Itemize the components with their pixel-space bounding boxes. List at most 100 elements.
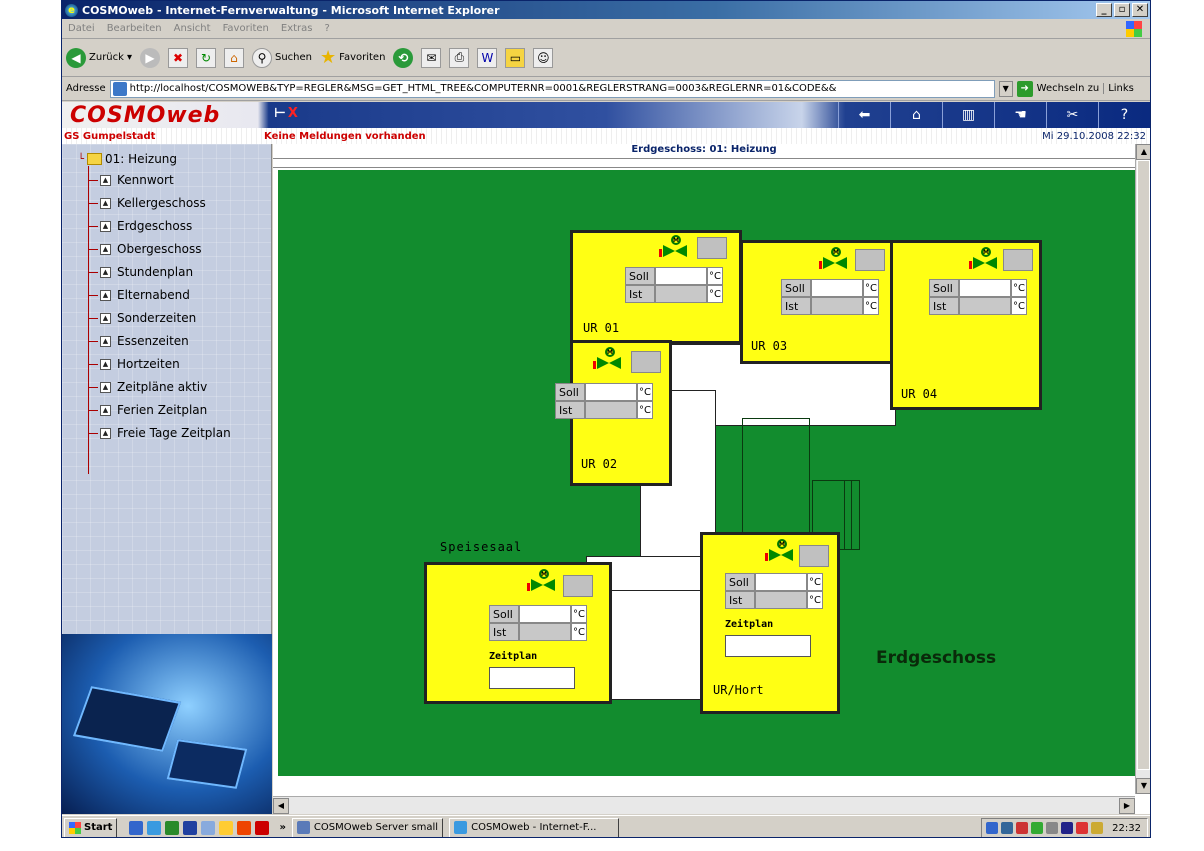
soll-input[interactable]	[519, 605, 571, 623]
ql-word-icon[interactable]	[183, 820, 198, 835]
scroll-thumb[interactable]	[1137, 160, 1150, 770]
room-label-ur01: UR 01	[583, 321, 620, 335]
start-button[interactable]: Start	[64, 817, 118, 837]
forward-button[interactable]: ▶	[139, 47, 160, 68]
scroll-left-icon[interactable]: ◀	[273, 798, 289, 814]
ql-app-icon[interactable]	[129, 820, 144, 835]
search-button[interactable]: ⚲ Suchen	[251, 47, 312, 68]
tray-icon[interactable]	[1016, 822, 1029, 834]
home-nav-icon[interactable]: ⌂	[890, 102, 942, 128]
menu-help[interactable]: ?	[325, 23, 330, 34]
more-quicklaunch-icon[interactable]: »	[279, 822, 285, 833]
close-button[interactable]: ✕	[1132, 3, 1148, 17]
ql-ie-icon[interactable]	[147, 820, 162, 835]
valve-status-box	[1003, 249, 1033, 271]
tray-icon[interactable]	[1001, 822, 1014, 834]
page-icon: ▲	[100, 312, 111, 324]
maximize-button[interactable]: ▫	[1114, 3, 1130, 17]
print-icon[interactable]: ⎙	[449, 47, 470, 68]
go-button[interactable]: Wechseln zu	[1037, 83, 1100, 94]
room-speisesaal: M Soll °C Ist °C Zeitplan	[424, 562, 612, 704]
address-url: http://localhost/COSMOWEB&TYP=REGLER&MSG…	[129, 83, 837, 94]
minimize-button[interactable]: _	[1096, 3, 1112, 17]
ql-excel-icon[interactable]	[165, 820, 180, 835]
ist-label: Ist	[555, 401, 585, 419]
soll-input[interactable]	[811, 279, 863, 297]
vertical-scrollbar[interactable]: ▲ ▼	[1135, 144, 1150, 794]
links-button[interactable]: Links	[1103, 83, 1134, 94]
scroll-down-icon[interactable]: ▼	[1136, 778, 1150, 794]
stop-icon[interactable]: ✖	[167, 47, 188, 68]
tree-item-stundenplan[interactable]: ▲ Stundenplan	[100, 265, 193, 279]
horizontal-scrollbar[interactable]: ◀ ▶	[273, 796, 1135, 814]
menu-favoriten[interactable]: Favoriten	[223, 23, 269, 34]
soll-input[interactable]	[655, 267, 707, 285]
status-strip: GS Gumpelstadt Keine Meldungen vorhanden…	[62, 128, 1150, 144]
content-pane: Erdgeschoss: 01: Heizung M Soll °C Ist °C …	[273, 144, 1150, 814]
tray-icon[interactable]	[1091, 822, 1104, 834]
scroll-right-icon[interactable]: ▶	[1119, 798, 1135, 814]
history-icon[interactable]: ⟲	[393, 47, 414, 68]
scroll-up-icon[interactable]: ▲	[1136, 144, 1150, 160]
room-label-ur04: UR 04	[901, 387, 938, 401]
valve-status-box	[855, 249, 885, 271]
site-name: GS Gumpelstadt	[64, 130, 156, 142]
chart-nav-icon[interactable]: ▥	[942, 102, 994, 128]
tray-icon[interactable]	[1061, 822, 1074, 834]
zeitplan-input[interactable]	[725, 635, 811, 657]
home-icon[interactable]: ⌂	[223, 47, 244, 68]
search-icon: ⚲	[251, 47, 272, 68]
tray-icon[interactable]	[1031, 822, 1044, 834]
tree-item-kennwort[interactable]: ▲ Kennwort	[100, 173, 174, 187]
soll-input[interactable]	[585, 383, 637, 401]
address-label: Adresse	[66, 83, 106, 94]
tree-close-icon[interactable]: ⊢ X	[274, 106, 306, 124]
tree-item-freie-tage-zeitplan[interactable]: ▲ Freie Tage Zeitplan	[100, 426, 231, 440]
address-input[interactable]: http://localhost/COSMOWEB&TYP=REGLER&MSG…	[109, 79, 995, 98]
back-label: Zurück	[89, 52, 124, 63]
tree-item-obergeschoss[interactable]: ▲ Obergeschoss	[100, 242, 201, 256]
help-nav-icon[interactable]: ?	[1098, 102, 1150, 128]
back-nav-icon[interactable]: ⬅	[838, 102, 890, 128]
tray-icon[interactable]	[986, 822, 999, 834]
tree-item-zeitplaene-aktiv[interactable]: ▲ Zeitpläne aktiv	[100, 380, 207, 394]
menu-bearbeiten[interactable]: Bearbeiten	[107, 23, 162, 34]
folder-icon[interactable]: ▭	[505, 47, 526, 68]
tree-root-heizung[interactable]: └ 01: Heizung	[78, 152, 177, 166]
tree-item-hortzeiten[interactable]: ▲ Hortzeiten	[100, 357, 180, 371]
ql-folder-icon[interactable]	[219, 820, 234, 835]
mail-icon[interactable]: ✉	[421, 47, 442, 68]
hand-nav-icon[interactable]: ☚	[994, 102, 1046, 128]
task-cosmoweb-ie[interactable]: COSMOweb - Internet-F...	[449, 817, 620, 837]
zeitplan-input[interactable]	[489, 667, 575, 689]
tree-item-erdgeschoss[interactable]: ▲ Erdgeschoss	[100, 219, 192, 233]
soll-label: Soll	[555, 383, 585, 401]
messenger-icon[interactable]: ☺	[533, 47, 554, 68]
valve-icon: M	[659, 235, 693, 257]
tree-item-essenzeiten[interactable]: ▲ Essenzeiten	[100, 334, 189, 348]
address-dropdown-icon[interactable]: ▼	[998, 80, 1013, 97]
ql-media-icon[interactable]	[237, 820, 252, 835]
ist-value	[755, 591, 807, 609]
word-icon[interactable]: W	[477, 47, 498, 68]
tree-item-elternabend[interactable]: ▲ Elternabend	[100, 288, 190, 302]
tools-nav-icon[interactable]: ✂	[1046, 102, 1098, 128]
favorites-button[interactable]: ★ Favoriten	[320, 47, 385, 68]
tray-icon[interactable]	[1076, 822, 1089, 834]
go-arrow-icon[interactable]: ➜	[1016, 80, 1033, 97]
menu-ansicht[interactable]: Ansicht	[174, 23, 211, 34]
tray-icon[interactable]	[1046, 822, 1059, 834]
soll-input[interactable]	[755, 573, 807, 591]
ql-tool-icon[interactable]	[201, 820, 216, 835]
tree-item-ferien-zeitplan[interactable]: ▲ Ferien Zeitplan	[100, 403, 207, 417]
page-icon: ▲	[100, 404, 111, 416]
menu-extras[interactable]: Extras	[281, 23, 313, 34]
ql-calendar-icon[interactable]	[255, 820, 270, 835]
refresh-icon[interactable]: ↻	[195, 47, 216, 68]
task-cosmoweb-server[interactable]: COSMOweb Server small	[291, 817, 444, 837]
tree-item-kellergeschoss[interactable]: ▲ Kellergeschoss	[100, 196, 206, 210]
tree-item-sonderzeiten[interactable]: ▲ Sonderzeiten	[100, 311, 196, 325]
back-button[interactable]: ◀ Zurück ▾	[66, 47, 132, 68]
soll-input[interactable]	[959, 279, 1011, 297]
menu-datei[interactable]: Datei	[68, 23, 95, 34]
